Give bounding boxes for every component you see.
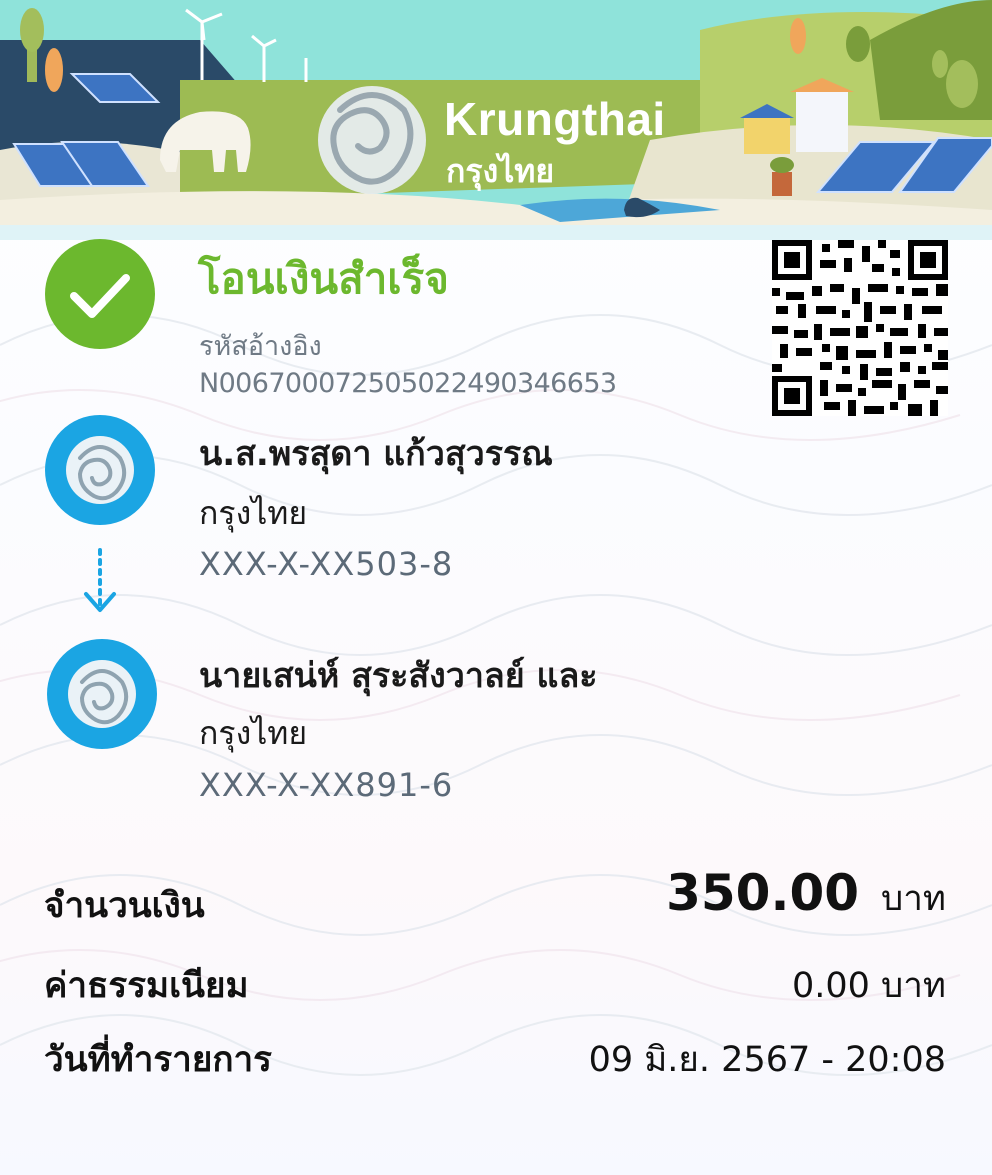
amount-label: จำนวนเงิน: [44, 886, 205, 926]
sender-name: น.ส.พรสุดา แก้วสุวรรณ: [199, 434, 553, 474]
transfer-slip: Krungthai กรุงไทย โอนเงินสำเร็จ รหัสอ้าง…: [0, 0, 992, 1175]
sender-account-number: XXX-X-XX503-8: [199, 545, 454, 583]
receiver-name: นายเสน่ห์ สุระสังวาลย์ และ: [199, 656, 598, 696]
date-label: วันที่ทำรายการ: [44, 1040, 272, 1080]
reference-label: รหัสอ้างอิง: [199, 331, 322, 362]
amount-value: 350.00: [666, 864, 860, 922]
fee-value: 0.00 บาท: [792, 966, 946, 1006]
reference-number: N006700072505022490346653: [199, 368, 617, 399]
fee-label: ค่าธรรมเนียม: [44, 966, 249, 1006]
brand-name: Krungthai: [444, 93, 666, 145]
receiver-account-number: XXX-X-XX891-6: [199, 766, 454, 804]
qr-code: [772, 240, 948, 416]
arrow-down-icon: [84, 548, 116, 612]
sender-bank: กรุงไทย: [199, 494, 308, 532]
check-circle-icon: [45, 239, 155, 349]
amount-value-row: 350.00 บาท: [666, 864, 946, 926]
sender-bank-logo-icon: [45, 415, 155, 525]
brand-name-thai: กรุงไทย: [446, 152, 555, 190]
receiver-bank-logo-icon: [47, 639, 157, 749]
date-value: 09 มิ.ย. 2567 - 20:08: [588, 1040, 946, 1080]
amount-unit: บาท: [881, 879, 946, 919]
status-title: โอนเงินสำเร็จ: [198, 254, 449, 303]
receiver-bank: กรุงไทย: [199, 714, 308, 752]
